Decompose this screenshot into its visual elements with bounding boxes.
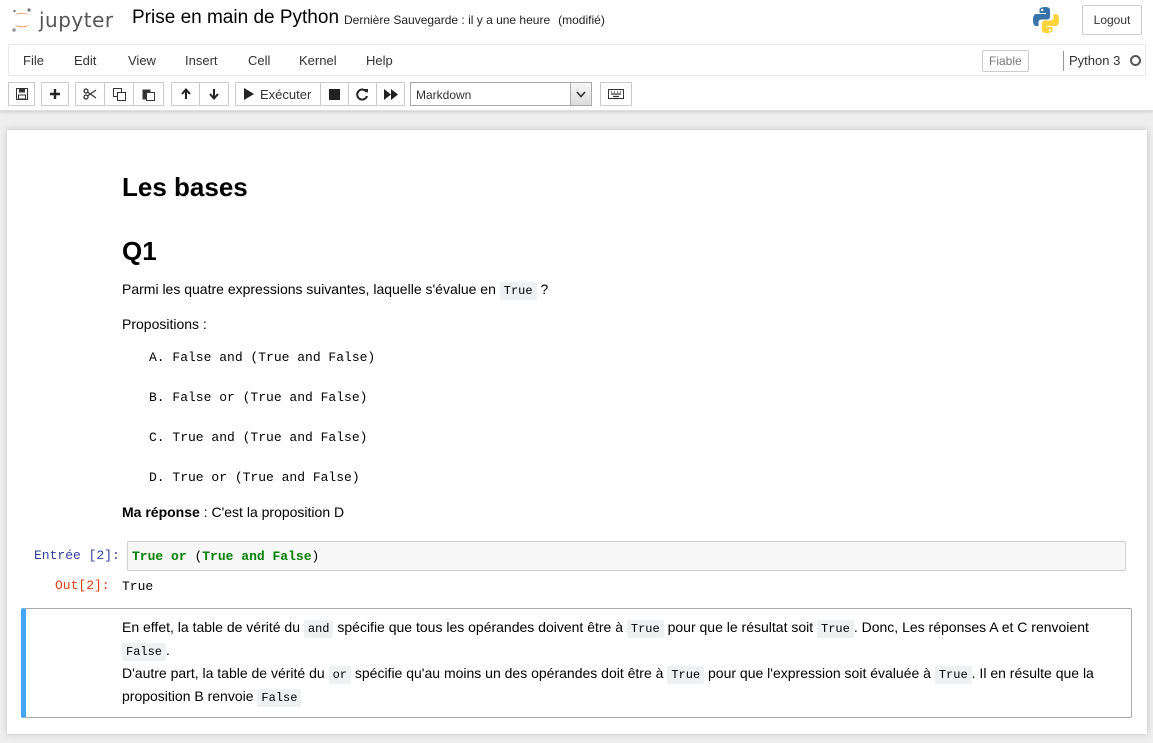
last-saved-text: Dernière Sauvegarde : il y a une heure [344, 13, 551, 27]
run-label: Exécuter [260, 86, 312, 102]
text-span: D'autre part, la table de vérité du [122, 665, 325, 681]
code-token: or [163, 549, 195, 564]
code-token: False [272, 549, 312, 564]
kernel-name[interactable]: Python 3 [1069, 53, 1120, 68]
heading-les-bases: Les bases [122, 172, 248, 202]
inline-code: True [499, 282, 537, 300]
inline-code: True [667, 666, 705, 684]
arrow-down-icon [209, 89, 219, 100]
chevron-down-icon [570, 83, 591, 105]
menubar: File Edit View Insert Cell Kernel Help F… [8, 44, 1146, 76]
input-prompt: Entrée [2]: [34, 548, 120, 563]
menu-file[interactable]: File [23, 53, 44, 68]
text-span: pour que l'expression soit évaluée à [708, 665, 931, 681]
question-before: Parmi les quatre expressions suivantes, … [122, 281, 496, 297]
proposition-a: A. False and (True and False) [149, 350, 376, 365]
kernel-separator [1063, 51, 1064, 71]
save-status: Dernière Sauvegarde : il y a une heure (m… [344, 13, 605, 27]
logout-button[interactable]: Logout [1082, 5, 1142, 35]
kernel-idle-indicator [1130, 55, 1141, 66]
inline-code: True [626, 620, 664, 638]
cut-icon [83, 88, 97, 100]
save-icon [15, 88, 28, 100]
notebook-title[interactable]: Prise en main de Python [132, 7, 339, 29]
save-button[interactable] [8, 82, 35, 106]
python-logo-icon [1033, 7, 1059, 33]
question-text: Parmi les quatre expressions suivantes, … [122, 281, 549, 300]
code-token: True [132, 549, 164, 564]
restart-icon [356, 88, 368, 100]
cell-type-select[interactable]: Markdown [410, 82, 592, 106]
interrupt-button[interactable] [320, 82, 349, 106]
copy-button[interactable] [104, 82, 134, 106]
notebook-container: Les bases Q1 Parmi les quatre expression… [7, 130, 1147, 734]
output-prompt: Out[2]: [55, 578, 110, 593]
answer-label: Ma réponse [122, 504, 200, 520]
inline-code: or [328, 666, 351, 684]
stop-icon [329, 88, 340, 100]
propositions-label: Propositions : [122, 316, 207, 332]
cell-type-value: Markdown [416, 88, 472, 102]
output-text: True [122, 579, 154, 594]
menu-kernel[interactable]: Kernel [299, 53, 337, 68]
text-span: En effet, la table de vérité du [122, 619, 300, 635]
inline-code: True [934, 666, 972, 684]
code-token: True [202, 549, 234, 564]
plus-icon [50, 89, 60, 99]
jupyter-logo-icon [12, 8, 31, 32]
menu-insert[interactable]: Insert [185, 53, 218, 68]
play-icon [244, 88, 254, 100]
text-span: . [166, 642, 170, 658]
menu-edit[interactable]: Edit [74, 53, 96, 68]
dirty-indicator: (modifié) [558, 13, 605, 27]
code-token: and [233, 549, 273, 564]
proposition-b: B. False or (True and False) [149, 390, 368, 405]
jupyter-logo-text: jupyter [39, 8, 114, 32]
move-down-button[interactable] [199, 82, 229, 106]
inline-code: False [257, 689, 302, 707]
trusted-badge[interactable]: Fiable [982, 50, 1029, 72]
text-span: spécifie que tous les opérandes doivent … [337, 619, 624, 635]
paste-icon [142, 89, 155, 101]
text-span: pour que le résultat soit [667, 619, 814, 635]
explanation-text: En effet, la table de vérité du and spéc… [122, 617, 1122, 709]
heading-q1: Q1 [122, 236, 157, 266]
copy-icon [112, 87, 126, 101]
command-palette-button[interactable] [600, 82, 632, 106]
proposition-c: C. True and (True and False) [149, 430, 368, 445]
menu-help[interactable]: Help [366, 53, 393, 68]
selected-markdown-cell[interactable]: En effet, la table de vérité du and spéc… [21, 608, 1132, 718]
paste-button[interactable] [133, 82, 164, 106]
answer-text: Ma réponse : C'est la proposition D [122, 504, 344, 520]
answer-value: : C'est la proposition D [199, 504, 345, 520]
inline-code: True [817, 620, 854, 638]
text-span: . Donc, Les réponses A et C renvoient [853, 619, 1089, 635]
jupyter-logo[interactable]: jupyter [11, 6, 114, 34]
keyboard-icon [608, 89, 624, 99]
menu-cell[interactable]: Cell [248, 53, 270, 68]
fast-forward-icon [383, 88, 398, 100]
cut-button[interactable] [75, 82, 105, 106]
restart-run-all-button[interactable] [376, 82, 405, 106]
inline-code: and [303, 620, 334, 638]
text-span: spécifie qu'au moins un des opérandes do… [354, 665, 664, 681]
run-button[interactable]: Exécuter [235, 82, 321, 106]
header: jupyter Prise en main de Python Dernière… [0, 0, 1153, 111]
move-up-button[interactable] [171, 82, 200, 106]
code-input-area[interactable]: True or (True and False) [127, 541, 1126, 571]
menu-view[interactable]: View [128, 53, 156, 68]
arrow-up-icon [180, 88, 191, 99]
code-token: ) [311, 549, 320, 564]
proposition-d: D. True or (True and False) [149, 470, 360, 485]
restart-button[interactable] [348, 82, 377, 106]
insert-cell-button[interactable] [41, 82, 69, 106]
question-after: ? [540, 281, 549, 297]
inline-code: False [122, 643, 167, 661]
